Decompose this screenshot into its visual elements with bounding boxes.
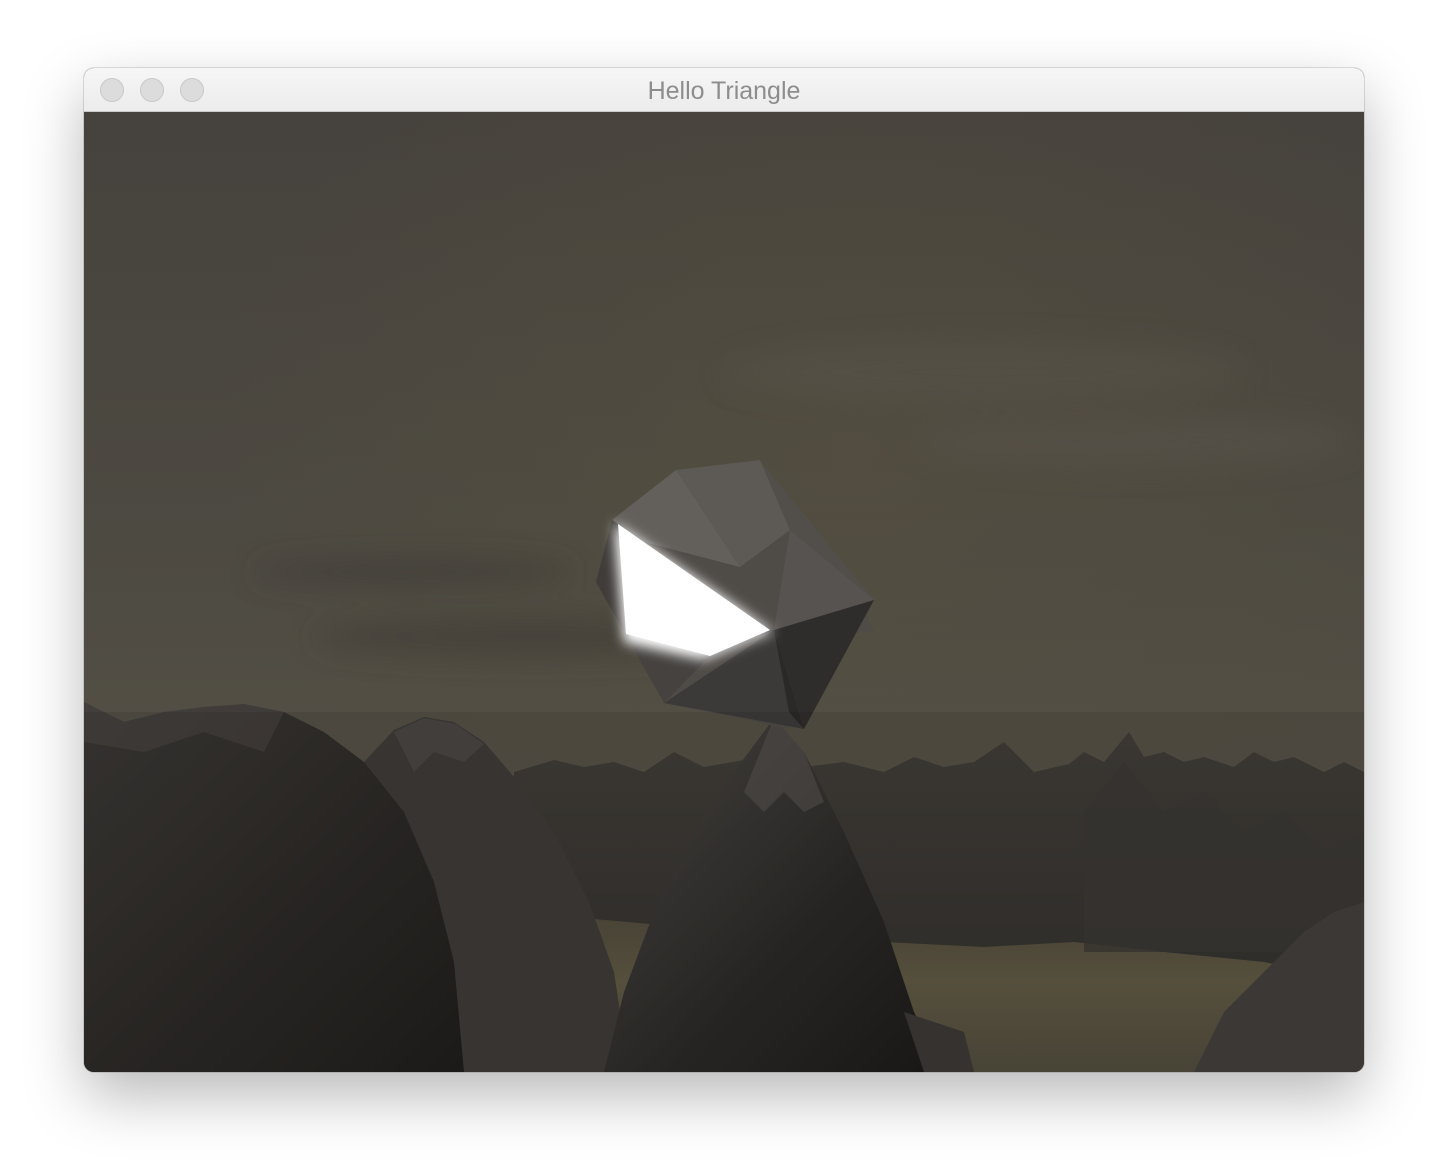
window-title: Hello Triangle [647,77,801,105]
app-window: Hello Triangle [84,68,1364,1072]
render-viewport[interactable] [84,112,1364,1072]
scene-canvas [84,112,1364,1072]
title-bar[interactable]: Hello Triangle [84,68,1364,112]
